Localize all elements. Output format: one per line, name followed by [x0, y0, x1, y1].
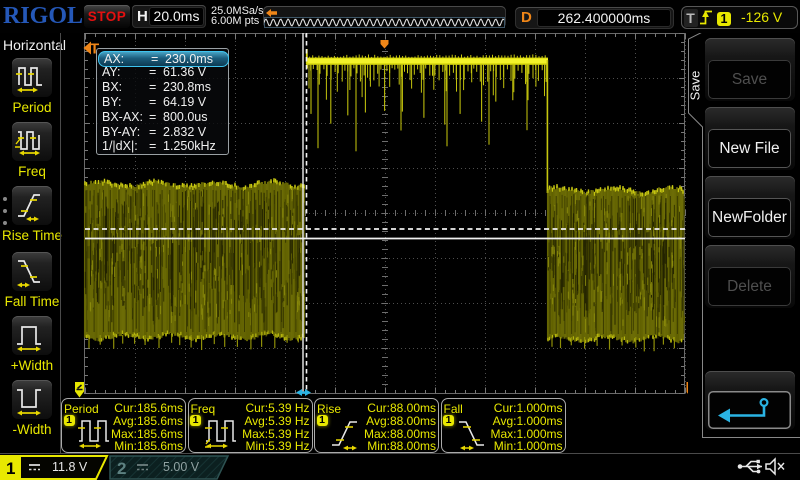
svg-text:1: 1 — [6, 459, 15, 478]
svg-text:2: 2 — [117, 459, 126, 478]
svg-text:11.8 V: 11.8 V — [52, 460, 88, 474]
svg-text:5.00 V: 5.00 V — [163, 460, 200, 474]
